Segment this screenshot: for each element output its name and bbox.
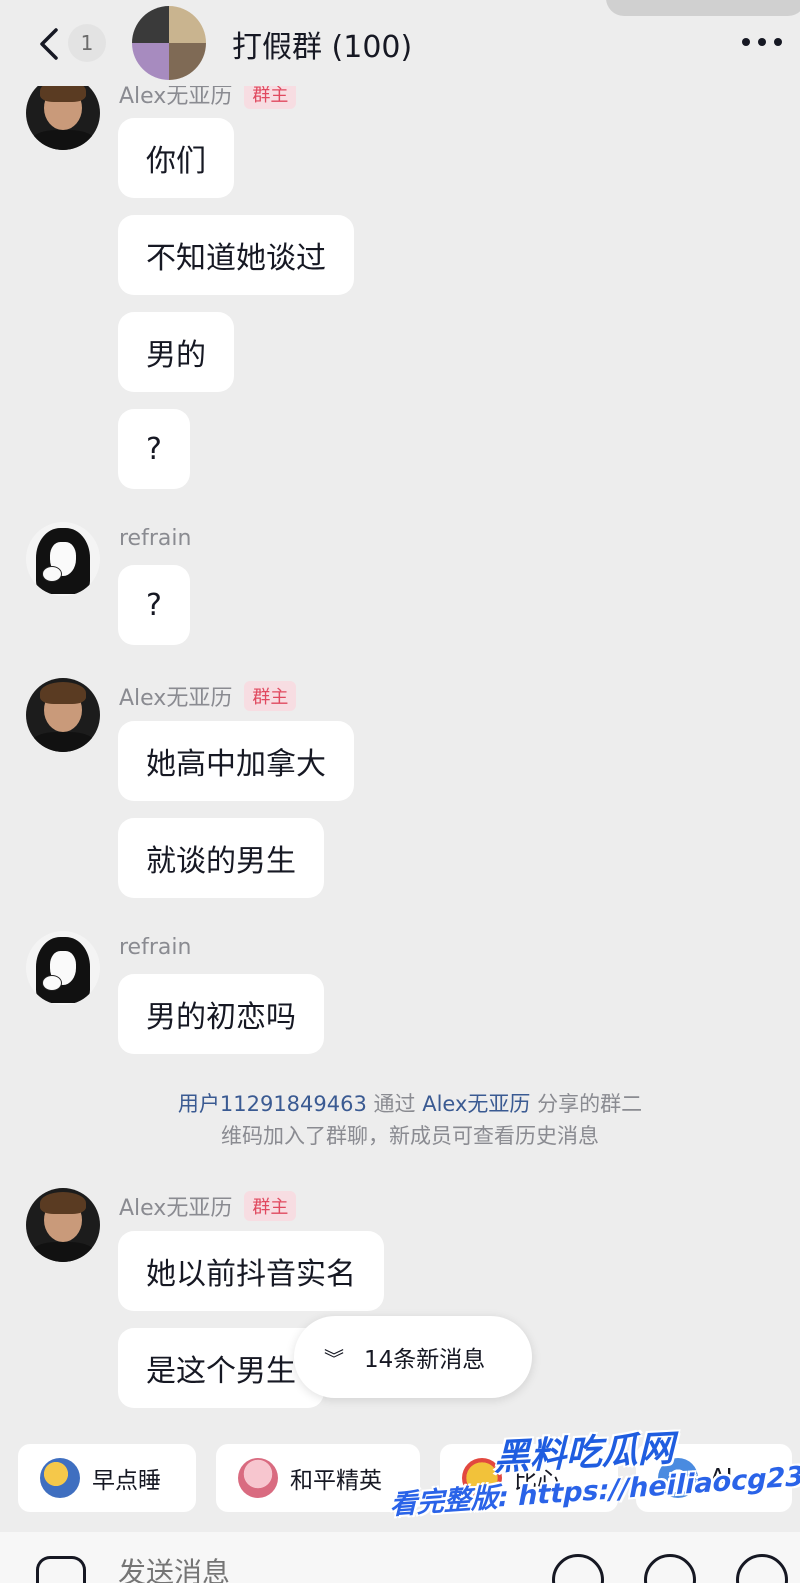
voice-toggle-icon[interactable]	[36, 1556, 86, 1583]
chevron-left-icon[interactable]	[34, 26, 64, 62]
message-bubble[interactable]: 男的	[118, 312, 234, 392]
group-title[interactable]: 打假群 (100)	[232, 22, 412, 66]
avatar-alex[interactable]	[26, 76, 100, 150]
message-input[interactable]	[118, 1552, 518, 1583]
sender-name: Alex无亚历 群主	[119, 1190, 297, 1222]
quick-action-label: 和平精英	[290, 1468, 382, 1494]
sender-name: Alex无亚历 群主	[119, 680, 297, 712]
owner-badge: 群主	[244, 1191, 297, 1221]
group-avatar[interactable]	[132, 6, 206, 80]
moon-sleep-icon	[40, 1458, 80, 1498]
message-bubble[interactable]: 不知道她谈过	[118, 215, 354, 295]
system-notice: 用户11291849463 通过 Alex无亚历 分享的群二 维码加入了群聊，新…	[130, 1088, 690, 1152]
status-pill	[606, 0, 800, 16]
message-bubble[interactable]: 就谈的男生	[118, 818, 324, 898]
avatar-alex[interactable]	[26, 1188, 100, 1262]
quick-action-label: AI	[710, 1465, 733, 1491]
sender-label: Alex无亚历	[119, 1196, 233, 1221]
quick-actions-bar: 早点睡 和平精英 比心 AI	[0, 1444, 800, 1514]
sender-label: refrain	[119, 935, 192, 960]
sender-label: Alex无亚历	[119, 686, 233, 711]
sticker-icon[interactable]	[644, 1554, 696, 1583]
quick-action-game[interactable]: 和平精英	[216, 1444, 420, 1512]
sender-name: refrain	[119, 935, 191, 960]
message-bubble[interactable]: ?	[118, 565, 190, 645]
sender-label: refrain	[119, 526, 192, 551]
message-bubble[interactable]: 你们	[118, 118, 234, 198]
quick-action-heart[interactable]: 比心	[440, 1444, 618, 1512]
avatar-refrain[interactable]	[26, 522, 100, 596]
new-member-link[interactable]: 用户11291849463	[178, 1092, 367, 1116]
avatar-alex[interactable]	[26, 678, 100, 752]
more-horizontal-icon[interactable]	[742, 32, 792, 52]
message-bubble[interactable]: 她以前抖音实名	[118, 1231, 384, 1311]
message-bubble[interactable]: 她高中加拿大	[118, 721, 354, 801]
add-icon[interactable]	[736, 1554, 788, 1583]
notice-text: 维码加入了群聊，新成员可查看历史消息	[221, 1124, 599, 1148]
game-avatar-icon	[238, 1458, 278, 1498]
notice-text: 分享的群二	[537, 1092, 643, 1116]
message-bubble[interactable]: 男的初恋吗	[118, 974, 324, 1054]
sharer-link[interactable]: Alex无亚历	[422, 1092, 530, 1116]
double-chevron-down-icon: ︾	[324, 1346, 344, 1371]
quick-action-sleep[interactable]: 早点睡	[18, 1444, 196, 1512]
new-messages-label: 14条新消息	[364, 1347, 486, 1373]
quick-action-ai[interactable]: AI	[636, 1444, 792, 1512]
heart-gesture-icon	[462, 1458, 502, 1498]
unread-count-badge[interactable]: 1	[68, 24, 106, 62]
emoji-icon[interactable]	[552, 1554, 604, 1583]
message-bubble[interactable]: ?	[118, 409, 190, 489]
quick-action-label: 早点睡	[92, 1468, 161, 1494]
message-input-bar	[0, 1532, 800, 1583]
avatar-refrain[interactable]	[26, 931, 100, 1005]
ai-icon	[658, 1458, 698, 1498]
sender-name: refrain	[119, 526, 191, 551]
quick-action-label: 比心	[514, 1468, 560, 1494]
new-messages-button[interactable]: ︾ 14条新消息	[294, 1316, 532, 1398]
notice-text: 通过	[373, 1092, 416, 1116]
owner-badge: 群主	[244, 681, 297, 711]
message-bubble[interactable]: 是这个男生	[118, 1328, 324, 1408]
